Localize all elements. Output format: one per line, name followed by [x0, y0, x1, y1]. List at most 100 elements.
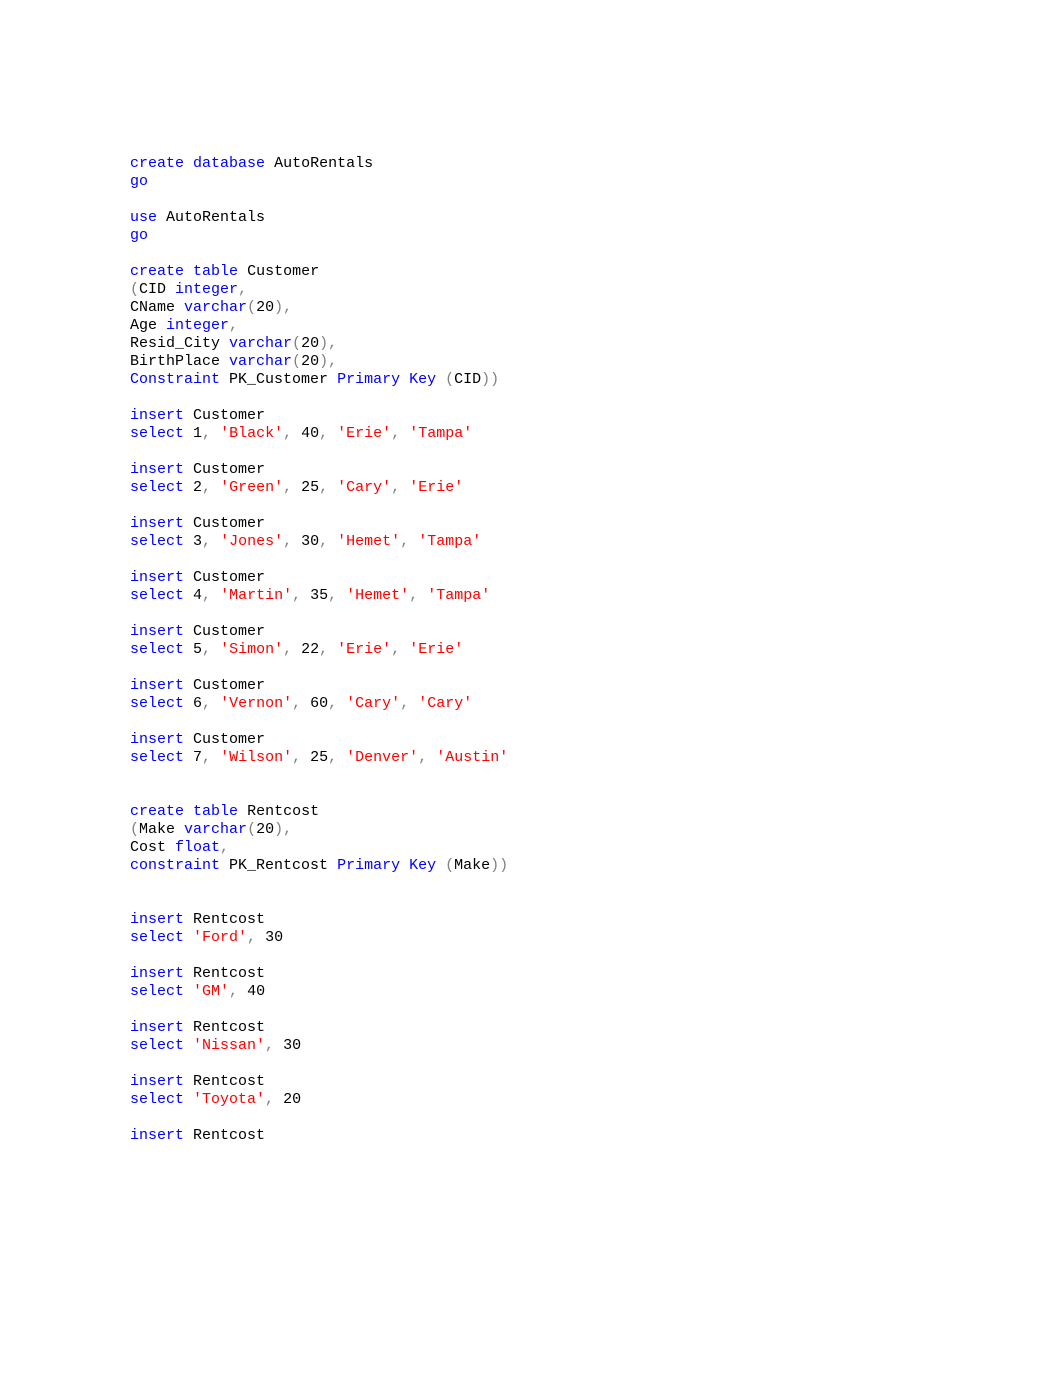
comma: ,	[283, 479, 292, 496]
paren-open: (	[247, 821, 256, 838]
id-customer: Customer	[193, 731, 265, 748]
paren-open: (	[292, 335, 301, 352]
kw-primary: Primary	[337, 371, 400, 388]
num-20: 20	[256, 821, 274, 838]
str-simon: 'Simon'	[220, 641, 283, 658]
kw-varchar: varchar	[184, 299, 247, 316]
kw-go: go	[130, 173, 148, 190]
kw-float: float	[175, 839, 220, 856]
kw-create: create	[130, 803, 184, 820]
kw-varchar: varchar	[184, 821, 247, 838]
paren-open: (	[130, 821, 139, 838]
num-22: 22	[301, 641, 319, 658]
id-rentcost: Rentcost	[193, 1127, 265, 1144]
kw-table: table	[193, 263, 238, 280]
paren-close-close: ))	[490, 857, 508, 874]
num-1: 1	[193, 425, 202, 442]
comma: ,	[202, 695, 211, 712]
num-3: 3	[193, 533, 202, 550]
id-customer: Customer	[193, 569, 265, 586]
str-erie: 'Erie'	[409, 641, 463, 658]
kw-insert: insert	[130, 623, 184, 640]
str-jones: 'Jones'	[220, 533, 283, 550]
num-4: 4	[193, 587, 202, 604]
num-6: 6	[193, 695, 202, 712]
comma: ,	[283, 425, 292, 442]
str-martin: 'Martin'	[220, 587, 292, 604]
str-erie: 'Erie'	[337, 641, 391, 658]
comma: ,	[202, 425, 211, 442]
kw-select: select	[130, 587, 184, 604]
id-pk-customer: PK_Customer	[229, 371, 328, 388]
comma: ,	[292, 695, 301, 712]
str-denver: 'Denver'	[346, 749, 418, 766]
kw-table: table	[193, 803, 238, 820]
comma: ,	[409, 587, 418, 604]
comma: ,	[265, 1037, 274, 1054]
str-nissan: 'Nissan'	[193, 1037, 265, 1054]
id-resid-city: Resid_City	[130, 335, 220, 352]
num-25: 25	[310, 749, 328, 766]
kw-key: Key	[409, 857, 436, 874]
comma: ,	[418, 749, 427, 766]
num-20: 20	[301, 353, 319, 370]
comma: ,	[283, 533, 292, 550]
id-autorentals: AutoRentals	[166, 209, 265, 226]
str-erie: 'Erie'	[409, 479, 463, 496]
id-customer: Customer	[193, 407, 265, 424]
comma: ,	[400, 533, 409, 550]
kw-integer: integer	[175, 281, 238, 298]
num-40: 40	[247, 983, 265, 1000]
str-austin: 'Austin'	[436, 749, 508, 766]
str-black: 'Black'	[220, 425, 283, 442]
kw-insert: insert	[130, 407, 184, 424]
id-cid: CID	[454, 371, 481, 388]
kw-use: use	[130, 209, 157, 226]
comma: ,	[229, 317, 238, 334]
kw-create: create	[130, 263, 184, 280]
num-25: 25	[301, 479, 319, 496]
num-30: 30	[265, 929, 283, 946]
id-pk-rentcost: PK_Rentcost	[229, 857, 328, 874]
id-rentcost: Rentcost	[193, 911, 265, 928]
comma: ,	[391, 425, 400, 442]
kw-database: database	[193, 155, 265, 172]
id-customer: Customer	[247, 263, 319, 280]
str-green: 'Green'	[220, 479, 283, 496]
num-30: 30	[301, 533, 319, 550]
comma: ,	[202, 533, 211, 550]
kw-varchar: varchar	[229, 335, 292, 352]
paren-open: (	[130, 281, 139, 298]
id-cost: Cost	[130, 839, 166, 856]
kw-select: select	[130, 749, 184, 766]
str-cary: 'Cary'	[346, 695, 400, 712]
kw-constraint: Constraint	[130, 371, 220, 388]
id-age: Age	[130, 317, 157, 334]
str-ford: 'Ford'	[193, 929, 247, 946]
str-cary: 'Cary'	[337, 479, 391, 496]
kw-create: create	[130, 155, 184, 172]
id-rentcost: Rentcost	[193, 1073, 265, 1090]
comma: ,	[400, 695, 409, 712]
kw-insert: insert	[130, 1073, 184, 1090]
str-toyota: 'Toyota'	[193, 1091, 265, 1108]
comma: ,	[283, 641, 292, 658]
kw-integer: integer	[166, 317, 229, 334]
kw-insert: insert	[130, 569, 184, 586]
id-customer: Customer	[193, 677, 265, 694]
num-30: 30	[283, 1037, 301, 1054]
kw-select: select	[130, 1091, 184, 1108]
kw-select: select	[130, 479, 184, 496]
comma: ,	[328, 695, 337, 712]
kw-insert: insert	[130, 1019, 184, 1036]
id-rentcost: Rentcost	[247, 803, 319, 820]
comma: ,	[283, 821, 292, 838]
comma: ,	[292, 749, 301, 766]
num-40: 40	[301, 425, 319, 442]
comma: ,	[220, 839, 229, 856]
num-20: 20	[256, 299, 274, 316]
kw-insert: insert	[130, 677, 184, 694]
num-7: 7	[193, 749, 202, 766]
paren-close: )	[319, 335, 328, 352]
kw-select: select	[130, 695, 184, 712]
